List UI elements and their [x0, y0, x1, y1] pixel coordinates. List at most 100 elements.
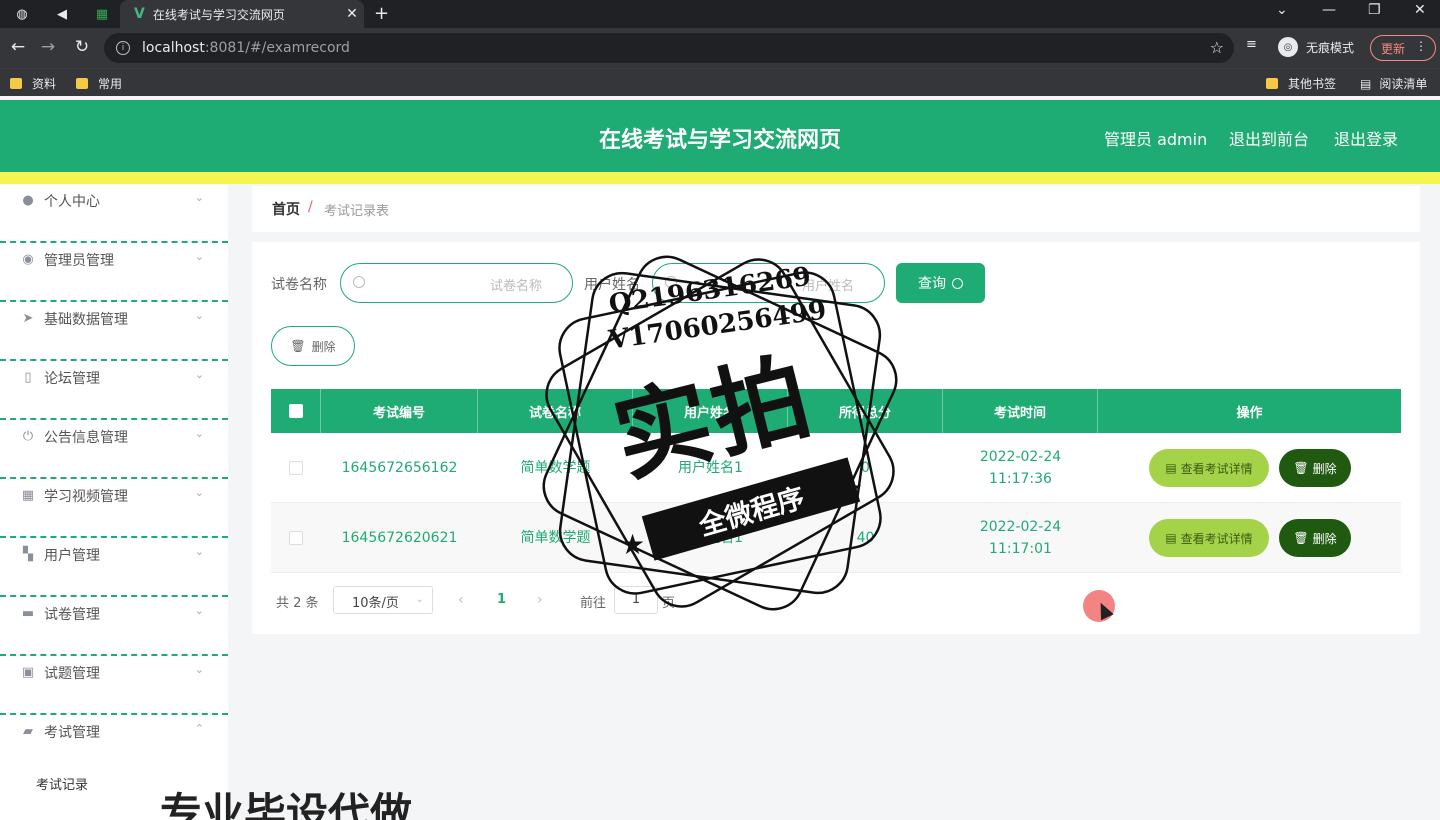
bookmark-folder-changyong[interactable]: 常用 — [76, 75, 122, 92]
reload-icon[interactable]: ↻ — [70, 37, 94, 57]
speaker-icon[interactable]: ◀ — [52, 4, 72, 24]
notebook-icon: ▣ — [21, 664, 35, 680]
globe-icon[interactable]: ◍ — [12, 4, 32, 24]
sidebar-item-label: 论坛管理 — [44, 371, 100, 387]
breadcrumb-home[interactable]: 首页 — [272, 199, 300, 219]
close-window-icon[interactable]: ✕ — [1414, 2, 1426, 18]
row-checkbox[interactable] — [289, 531, 303, 545]
minimize-icon[interactable]: — — [1322, 2, 1336, 18]
send-icon: ➤ — [22, 310, 34, 326]
browser-tab-active[interactable]: V 在线考试与学习交流网页 ✕ — [120, 0, 364, 28]
exit-to-front-link[interactable]: 退出到前台 — [1229, 126, 1309, 150]
header-exam-time: 考试时间 — [943, 389, 1098, 433]
document-icon: ▤ — [1165, 461, 1177, 475]
row-delete-button[interactable]: 🗑 删除 — [1279, 519, 1351, 557]
pagination-total: 共 2 条 — [276, 596, 319, 611]
sidebar-subitem-exam-records[interactable]: 考试记录 — [36, 774, 88, 793]
logout-link[interactable]: 退出登录 — [1334, 126, 1398, 150]
restore-icon[interactable]: ❐ — [1368, 2, 1381, 18]
folder-icon — [76, 78, 88, 89]
header-exam-id: 考试编号 — [321, 389, 478, 433]
sidebar-item-exams[interactable]: ▰ 考试管理 ⌃ — [0, 715, 228, 774]
chevron-down-icon: ⌄ — [194, 486, 204, 499]
menu-dots-icon[interactable]: ⋮ — [1415, 39, 1427, 53]
mic-icon: ▯ — [24, 369, 32, 385]
row-delete-button[interactable]: 🗑 删除 — [1279, 449, 1351, 487]
apps-icon: ▚ — [23, 546, 33, 562]
row-checkbox-cell[interactable] — [271, 433, 321, 503]
select-all-cell[interactable] — [271, 389, 321, 433]
reading-list-icon[interactable]: ≡ — [1246, 37, 1257, 52]
bookmark-reading-list[interactable]: ▤ 阅读清单 — [1360, 75, 1427, 92]
chevron-down-icon: ⌄ — [194, 368, 204, 381]
sidebar-item-label: 考试管理 — [44, 725, 100, 741]
incognito-icon: ◎ — [1278, 37, 1298, 57]
chevron-down-icon: ⌄ — [194, 191, 204, 204]
sidebar-item-label: 基础数据管理 — [44, 312, 128, 328]
tab-search-icon[interactable]: ⌄ — [1276, 2, 1288, 18]
address-bar: ← → ↻ i localhost :8081/#/examrecord ☆ ≡ — [0, 28, 1440, 68]
sidebar-item-label: 个人中心 — [44, 194, 100, 210]
trash-icon: 🗑 — [1293, 531, 1309, 545]
page-size-select[interactable]: 10条/页 ⌄ — [333, 586, 433, 614]
bottom-overlay-text: 专业毕设代做 — [160, 789, 413, 820]
back-icon[interactable]: ← — [6, 37, 30, 57]
admin-user-label: 管理员 admin — [1104, 130, 1208, 149]
chevron-down-icon: ⌄ — [415, 594, 424, 605]
sidebar-item-users[interactable]: ▚ 用户管理 ⌄ — [0, 538, 228, 597]
bulb-icon: ◉ — [22, 251, 34, 267]
forward-icon[interactable]: → — [36, 37, 60, 57]
sidebar-item-notice[interactable]: ⏻ 公告信息管理 ⌄ — [0, 420, 228, 479]
bookmark-folder-ziliao[interactable]: 资料 — [10, 75, 56, 92]
bookmark-label: 其他书签 — [1288, 77, 1337, 91]
chevron-up-icon: ⌃ — [194, 722, 204, 735]
cell-exam-id: 1645672656162 — [341, 460, 458, 476]
breadcrumb-current: 考试记录表 — [324, 204, 390, 219]
star-icon: ★ — [620, 528, 646, 561]
view-detail-button[interactable]: ▤ 查看考试详情 — [1149, 519, 1269, 557]
row-checkbox-cell[interactable] — [271, 503, 321, 573]
update-button[interactable]: 更新 ⋮ — [1370, 35, 1436, 61]
url-field[interactable]: i localhost :8081/#/examrecord ☆ — [104, 33, 1234, 63]
prev-page-icon[interactable]: ‹ — [458, 592, 464, 608]
sidebar-item-basic-data[interactable]: ➤ 基础数据管理 ⌄ — [0, 302, 228, 361]
trash-icon: 🗑 — [1293, 461, 1309, 475]
reading-list-icon: ▤ — [1360, 76, 1372, 91]
incognito-label: 无痕模式 — [1306, 40, 1355, 55]
incognito-indicator[interactable]: ◎ 无痕模式 — [1278, 37, 1354, 57]
folder-icon — [1266, 78, 1278, 89]
sidebar-item-personal[interactable]: ● 个人中心 ⌄ — [0, 184, 228, 243]
view-detail-label: 查看考试详情 — [1180, 531, 1253, 546]
page-size-value: 10条/页 — [352, 596, 399, 611]
batch-delete-button[interactable]: 🗑 删除 — [271, 326, 355, 366]
close-tab-icon[interactable]: ✕ — [340, 6, 364, 22]
row-checkbox[interactable] — [289, 461, 303, 475]
app-header: 在线考试与学习交流网页 管理员 admin 退出到前台 退出登录 — [0, 100, 1440, 172]
breadcrumb: 首页 / 考试记录表 — [252, 186, 1420, 232]
sidebar-item-forum[interactable]: ▯ 论坛管理 ⌄ — [0, 361, 228, 420]
briefcase-icon: ▬ — [21, 605, 35, 621]
header-actions: 操作 — [1236, 405, 1263, 421]
sidebar-item-label: 学习视频管理 — [44, 489, 128, 505]
bookmark-star-icon[interactable]: ☆ — [1210, 38, 1224, 57]
current-page-number[interactable]: 1 — [497, 592, 506, 607]
sidebar-item-admin[interactable]: ◉ 管理员管理 ⌄ — [0, 243, 228, 302]
bookmark-label: 常用 — [98, 77, 123, 91]
sidebar-item-papers[interactable]: ▬ 试卷管理 ⌄ — [0, 597, 228, 656]
sidebar-item-questions[interactable]: ▣ 试题管理 ⌄ — [0, 656, 228, 715]
tab-title: 在线考试与学习交流网页 — [152, 7, 285, 22]
view-detail-button[interactable]: ▤ 查看考试详情 — [1149, 449, 1269, 487]
url-host: localhost — [142, 40, 205, 56]
person-icon: ● — [22, 192, 34, 208]
site-info-icon[interactable]: i — [116, 41, 130, 55]
new-tab-icon[interactable]: + — [374, 3, 389, 24]
chevron-down-icon: ⌄ — [194, 250, 204, 263]
sheets-icon[interactable]: ▦ — [92, 4, 112, 24]
folder-icon — [10, 78, 22, 89]
sidebar-item-video[interactable]: ▦ 学习视频管理 ⌄ — [0, 479, 228, 538]
row-delete-label: 删除 — [1312, 461, 1337, 476]
chevron-down-icon: ⌄ — [194, 427, 204, 440]
bookmark-other[interactable]: 其他书签 — [1266, 75, 1336, 92]
cell-exam-id: 1645672620621 — [341, 530, 458, 546]
select-all-checkbox[interactable] — [288, 404, 303, 418]
